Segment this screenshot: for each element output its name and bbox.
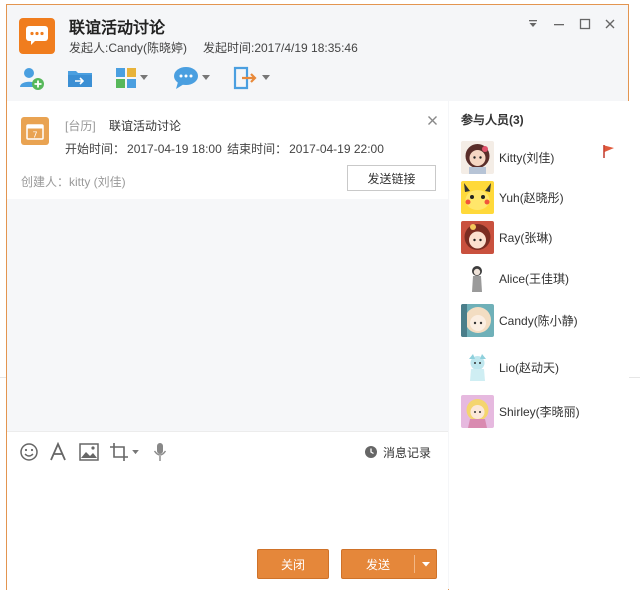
- event-times: 开始时间： 2017-04-19 18:00 结束时间： 2017-04-19 22…: [65, 140, 386, 157]
- start-time-caption: 开始时间：: [65, 142, 126, 156]
- start-time-value: 2017-04-19 18:00: [127, 142, 222, 156]
- message-history-button[interactable]: 消息记录: [364, 442, 431, 462]
- window-menu-button[interactable]: [524, 15, 542, 33]
- image-button[interactable]: [79, 441, 99, 463]
- close-icon: [605, 19, 615, 29]
- exit-dropdown-button[interactable]: [233, 63, 270, 93]
- exit-icon: [233, 66, 257, 90]
- event-creator: 创建人：kitty (刘佳): [21, 175, 126, 189]
- participant-name: Lio(赵动天): [499, 360, 560, 375]
- add-member-icon: [20, 68, 44, 90]
- smiley-icon: [20, 443, 38, 461]
- avatar: [461, 180, 494, 214]
- emoji-button[interactable]: [19, 441, 39, 463]
- send-button[interactable]: 发送: [341, 549, 437, 579]
- transfer-folder-icon: [68, 71, 92, 87]
- event-card: 7 [台历] 联谊活动讨论 开始时间： 2017-04-19 18:00 结束时间…: [7, 101, 448, 199]
- participant-item[interactable]: Candy(陈小静): [461, 300, 621, 340]
- window-close-button[interactable]: [601, 15, 619, 33]
- participant-item[interactable]: Alice(王佳琪): [461, 258, 621, 298]
- maximize-button[interactable]: [576, 15, 594, 33]
- chevron-down-icon: [422, 561, 430, 566]
- avatar: [461, 261, 494, 295]
- send-button-label: 发送: [365, 557, 390, 572]
- event-tag: [台历]: [65, 119, 96, 133]
- participants-header: 参与人员(3): [461, 113, 524, 127]
- discussion-window: 联谊活动讨论 发起人:Candy(陈晓婷) 发起时间:2017/4/19 18:…: [6, 4, 629, 590]
- send-options-button[interactable]: [415, 550, 437, 578]
- chevron-down-icon: [202, 75, 210, 80]
- participant-name: Shirley(李晓丽): [499, 404, 580, 419]
- avatar: [461, 303, 494, 337]
- minimize-icon: [554, 24, 564, 26]
- crop-icon: [110, 443, 128, 461]
- transfer-file-button[interactable]: [67, 63, 93, 93]
- message-history-label: 消息记录: [383, 445, 432, 460]
- start-time-label: 发起时间:2017/4/19 18:35:46: [203, 41, 358, 55]
- avatar: [461, 140, 494, 174]
- participant-item[interactable]: Lio(赵动天): [461, 347, 621, 387]
- avatar: [461, 350, 494, 384]
- window-title: 联谊活动讨论: [69, 20, 166, 37]
- send-link-button[interactable]: 发送链接: [347, 165, 436, 191]
- close-icon: [427, 115, 437, 125]
- close-button[interactable]: 关闭: [257, 549, 329, 579]
- maximize-icon: [579, 18, 591, 30]
- font-button[interactable]: [49, 441, 67, 463]
- image-icon: [79, 443, 99, 461]
- end-time-caption: 结束时间：: [227, 142, 288, 156]
- participant-name: Kitty(刘佳): [499, 150, 555, 165]
- chat-app-icon: [19, 18, 55, 54]
- background-divider-right: [628, 377, 640, 378]
- svg-text:7: 7: [32, 131, 37, 140]
- participant-item[interactable]: Kitty(刘佳): [461, 137, 621, 177]
- add-member-button[interactable]: [19, 63, 45, 93]
- main-toolbar: [7, 63, 628, 95]
- avatar: [461, 394, 494, 428]
- chevron-down-icon: [140, 75, 148, 80]
- dropdown-menu-icon: [529, 20, 537, 27]
- participant-item[interactable]: Ray(张琳): [461, 217, 621, 257]
- message-history-area[interactable]: [7, 199, 448, 431]
- microphone-icon: [153, 443, 167, 461]
- participant-name: Ray(张琳): [499, 230, 553, 245]
- message-input[interactable]: 关闭 发送: [7, 471, 448, 590]
- participant-name: Candy(陈小静): [499, 313, 578, 328]
- participant-item[interactable]: Shirley(李晓丽): [461, 391, 621, 431]
- chat-panel: 7 [台历] 联谊活动讨论 开始时间： 2017-04-19 18:00 结束时间…: [7, 101, 448, 590]
- participant-item[interactable]: Yuh(赵晓彤): [461, 177, 621, 217]
- avatar: [461, 220, 494, 254]
- participant-name: Alice(王佳琪): [499, 271, 570, 286]
- screenshot-dropdown-button[interactable]: [109, 441, 139, 463]
- chevron-down-icon: [132, 449, 139, 454]
- initiator-label: 发起人:Candy(陈晓婷): [69, 41, 188, 55]
- clock-icon: [365, 446, 377, 458]
- end-time-value: 2017-04-19 22:00: [289, 142, 384, 156]
- minimize-button[interactable]: [550, 15, 568, 33]
- participant-name: Yuh(赵晓彤): [499, 190, 564, 205]
- chevron-down-icon: [262, 75, 270, 80]
- font-icon: [50, 442, 66, 461]
- calendar-icon: 7: [21, 117, 49, 145]
- chat-bubble-icon: [174, 67, 198, 89]
- apps-dropdown-button[interactable]: [115, 63, 148, 93]
- input-toolbar: 消息记录: [7, 431, 448, 471]
- flag-icon: [603, 145, 614, 158]
- event-name: 联谊活动讨论: [109, 119, 182, 133]
- participants-panel: 参与人员(3) Kitty(刘佳) Yuh(赵晓彤) Ray(张琳) Alice…: [449, 101, 629, 590]
- voice-button[interactable]: [153, 441, 167, 463]
- window-header: 联谊活动讨论 发起人:Candy(陈晓婷) 发起时间:2017/4/19 18:…: [7, 5, 628, 105]
- chat-dropdown-button[interactable]: [173, 63, 210, 93]
- event-close-button[interactable]: [423, 111, 441, 129]
- apps-grid-icon: [116, 68, 136, 88]
